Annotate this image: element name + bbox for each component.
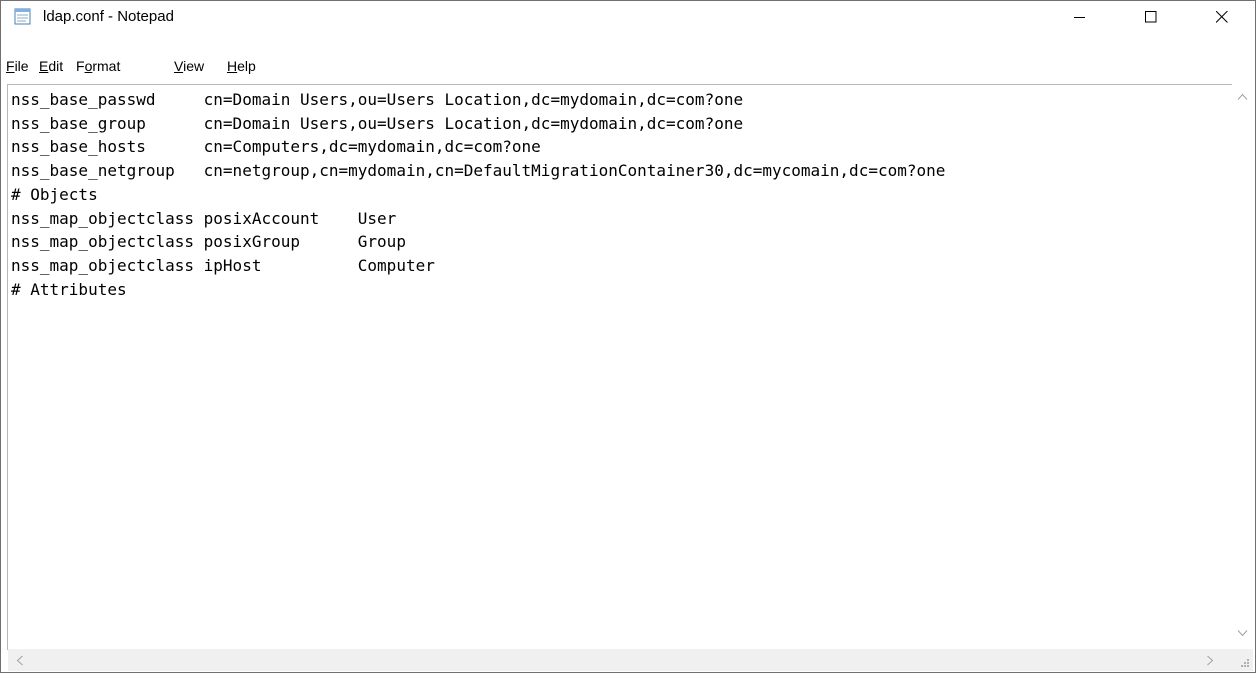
menu-format[interactable]: Format	[76, 58, 120, 74]
menu-edit-mnemonic: E	[39, 58, 49, 74]
menu-bar: File Edit Format View Help	[1, 58, 1255, 81]
menu-format-prefix: F	[76, 58, 85, 74]
window-title: ldap.conf - Notepad	[43, 8, 174, 25]
menu-view-mnemonic: V	[174, 58, 184, 74]
resize-grip-icon[interactable]	[1240, 658, 1250, 668]
editor-content[interactable]: nss_base_passwd cn=Domain Users,ou=Users…	[11, 88, 945, 301]
scroll-up-icon[interactable]	[1237, 93, 1248, 101]
editor-line: # Attributes	[11, 279, 127, 299]
menu-file[interactable]: File	[6, 58, 29, 74]
menu-help-mnemonic: H	[227, 58, 238, 74]
editor-line: nss_base_group cn=Domain Users,ou=Users …	[11, 113, 744, 133]
editor-line: nss_base_hosts cn=Computers,dc=mydomain,…	[11, 137, 541, 157]
menu-file-mnemonic: F	[6, 58, 15, 74]
horizontal-scrollbar[interactable]	[8, 649, 1232, 671]
menu-help-label: elp	[237, 58, 256, 74]
close-button[interactable]	[1197, 1, 1247, 32]
menu-format-label: rmat	[92, 58, 121, 74]
menu-help[interactable]: Help	[227, 58, 256, 74]
menu-edit-label: dit	[48, 58, 64, 74]
editor-line: nss_map_objectclass posixGroup Group	[11, 232, 406, 252]
menu-edit[interactable]: Edit	[39, 58, 63, 74]
editor-line: nss_base_netgroup cn=netgroup,cn=mydomai…	[11, 161, 946, 181]
notepad-window: ldap.conf - Notepad File Edit Format Vie…	[0, 0, 1256, 673]
scroll-left-icon[interactable]	[16, 655, 24, 666]
maximize-icon	[1145, 10, 1157, 22]
minimize-icon	[1074, 16, 1085, 18]
editor-line: nss_base_passwd cn=Domain Users,ou=Users…	[11, 90, 744, 109]
editor-line: nss_map_objectclass posixAccount User	[11, 208, 397, 228]
minimize-button[interactable]	[1055, 1, 1105, 32]
scroll-right-icon[interactable]	[1206, 655, 1214, 666]
editor-line: nss_map_objectclass ipHost Computer	[11, 255, 435, 275]
editor-line: # Objects	[11, 184, 98, 204]
maximize-button[interactable]	[1126, 1, 1176, 32]
notepad-icon	[14, 8, 31, 25]
title-bar[interactable]: ldap.conf - Notepad	[1, 1, 1255, 32]
menu-file-label: ile	[14, 58, 29, 74]
vertical-scrollbar[interactable]	[1232, 85, 1252, 649]
scroll-down-icon[interactable]	[1237, 629, 1248, 637]
size-grip[interactable]	[1232, 649, 1253, 671]
close-icon	[1216, 10, 1228, 23]
menu-view-label: iew	[183, 58, 205, 74]
menu-view[interactable]: View	[174, 58, 204, 74]
text-editor[interactable]: nss_base_passwd cn=Domain Users,ou=Users…	[7, 84, 1232, 650]
